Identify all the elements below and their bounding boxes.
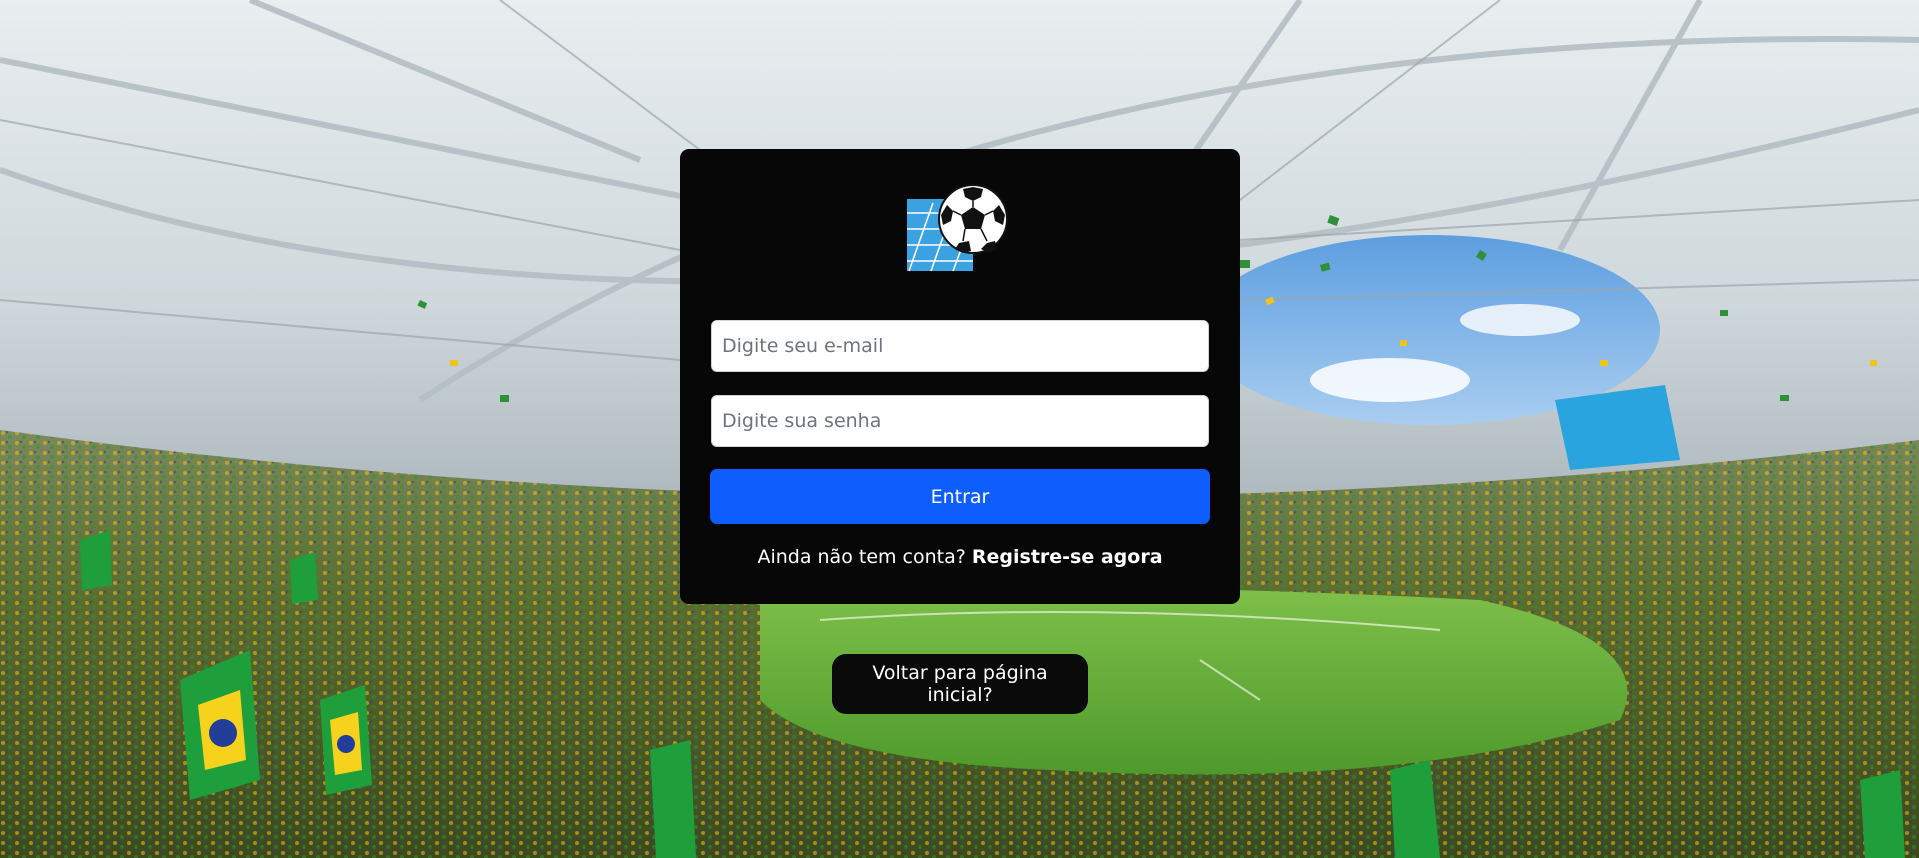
login-page: Entrar Ainda não tem conta? Registre-se … xyxy=(0,0,1919,858)
register-link[interactable]: Registre-se agora xyxy=(972,546,1163,568)
register-prompt-line: Ainda não tem conta? Registre-se agora xyxy=(680,546,1240,568)
back-to-home-button[interactable]: Voltar para página inicial? xyxy=(832,654,1088,714)
soccer-ball-logo-icon xyxy=(907,184,1008,272)
login-button[interactable]: Entrar xyxy=(710,469,1210,524)
password-input[interactable] xyxy=(711,395,1209,447)
register-prompt-text: Ainda não tem conta? xyxy=(757,546,972,568)
login-card: Entrar Ainda não tem conta? Registre-se … xyxy=(680,149,1240,604)
email-input[interactable] xyxy=(711,320,1209,372)
